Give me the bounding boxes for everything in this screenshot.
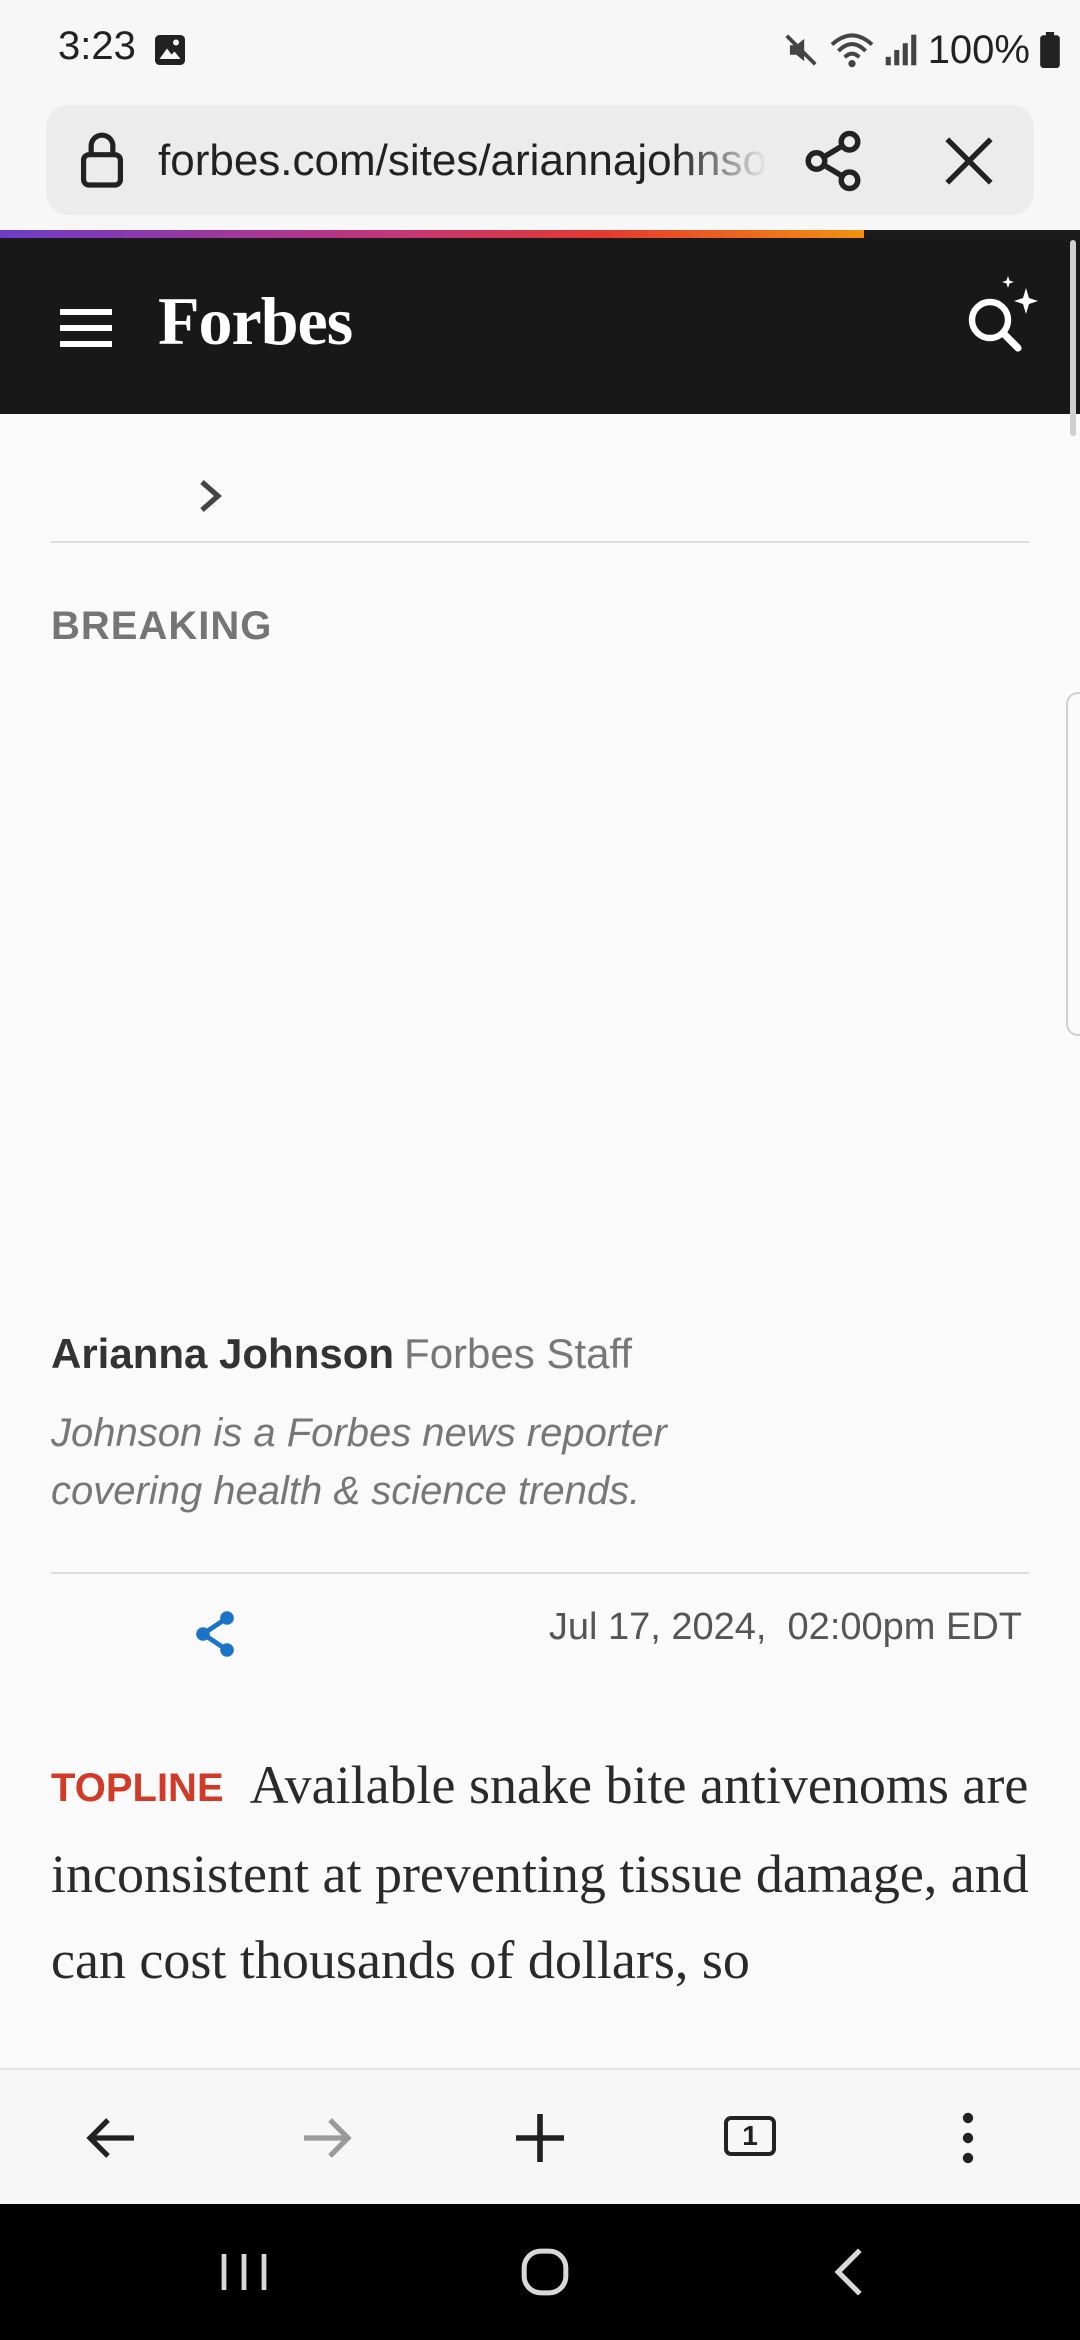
wifi-icon	[830, 33, 874, 68]
mute-icon	[785, 34, 817, 66]
chevron-right-icon[interactable]	[196, 478, 224, 514]
lock-icon[interactable]	[76, 128, 128, 190]
share-icon[interactable]	[800, 128, 866, 194]
publish-date: Jul 17, 2024, 02:00pm EDT	[548, 1606, 1022, 1648]
author-line: Arianna Johnson Forbes Staff	[51, 1330, 632, 1378]
url-text[interactable]: forbes.com/sites/ariannajohnson/2024/07/…	[158, 130, 768, 192]
ai-search-icon[interactable]	[958, 272, 1042, 356]
article-topline: TOPLINE Available snake bite antivenoms a…	[51, 1742, 1041, 2003]
menu-icon[interactable]	[60, 308, 112, 348]
home-icon[interactable]	[520, 2246, 570, 2298]
status-time: 3:23	[58, 24, 136, 68]
gallery-icon	[155, 35, 185, 65]
forbes-logo[interactable]: Forbes	[158, 282, 353, 361]
topline-label: TOPLINE	[51, 1766, 224, 1810]
author-role: Forbes Staff	[404, 1330, 633, 1377]
page-load-progress-bar	[0, 230, 864, 238]
share-icon[interactable]	[193, 1610, 237, 1658]
edge-panel-handle[interactable]	[1066, 692, 1080, 1036]
scrollbar-thumb[interactable]	[1070, 240, 1076, 436]
close-icon[interactable]	[940, 132, 998, 190]
forward-arrow-icon[interactable]	[298, 2110, 354, 2166]
section-label: BREAKING	[51, 604, 273, 648]
more-vertical-icon[interactable]	[940, 2110, 996, 2166]
status-indicators: 100%	[782, 22, 1060, 78]
system-back-icon[interactable]	[830, 2246, 868, 2298]
new-tab-plus-icon[interactable]	[512, 2110, 568, 2166]
author-bio: Johnson is a Forbes news reporter coveri…	[51, 1411, 667, 1513]
signal-icon	[885, 34, 916, 66]
back-arrow-icon[interactable]	[84, 2110, 140, 2166]
divider	[51, 541, 1029, 543]
battery-icon	[1040, 32, 1060, 68]
recent-apps-icon[interactable]	[218, 2250, 270, 2294]
author-name[interactable]: Arianna Johnson	[51, 1330, 394, 1377]
divider	[51, 1572, 1029, 1574]
battery-percent: 100%	[927, 27, 1030, 72]
tabs-icon[interactable]: 1	[724, 2116, 776, 2156]
